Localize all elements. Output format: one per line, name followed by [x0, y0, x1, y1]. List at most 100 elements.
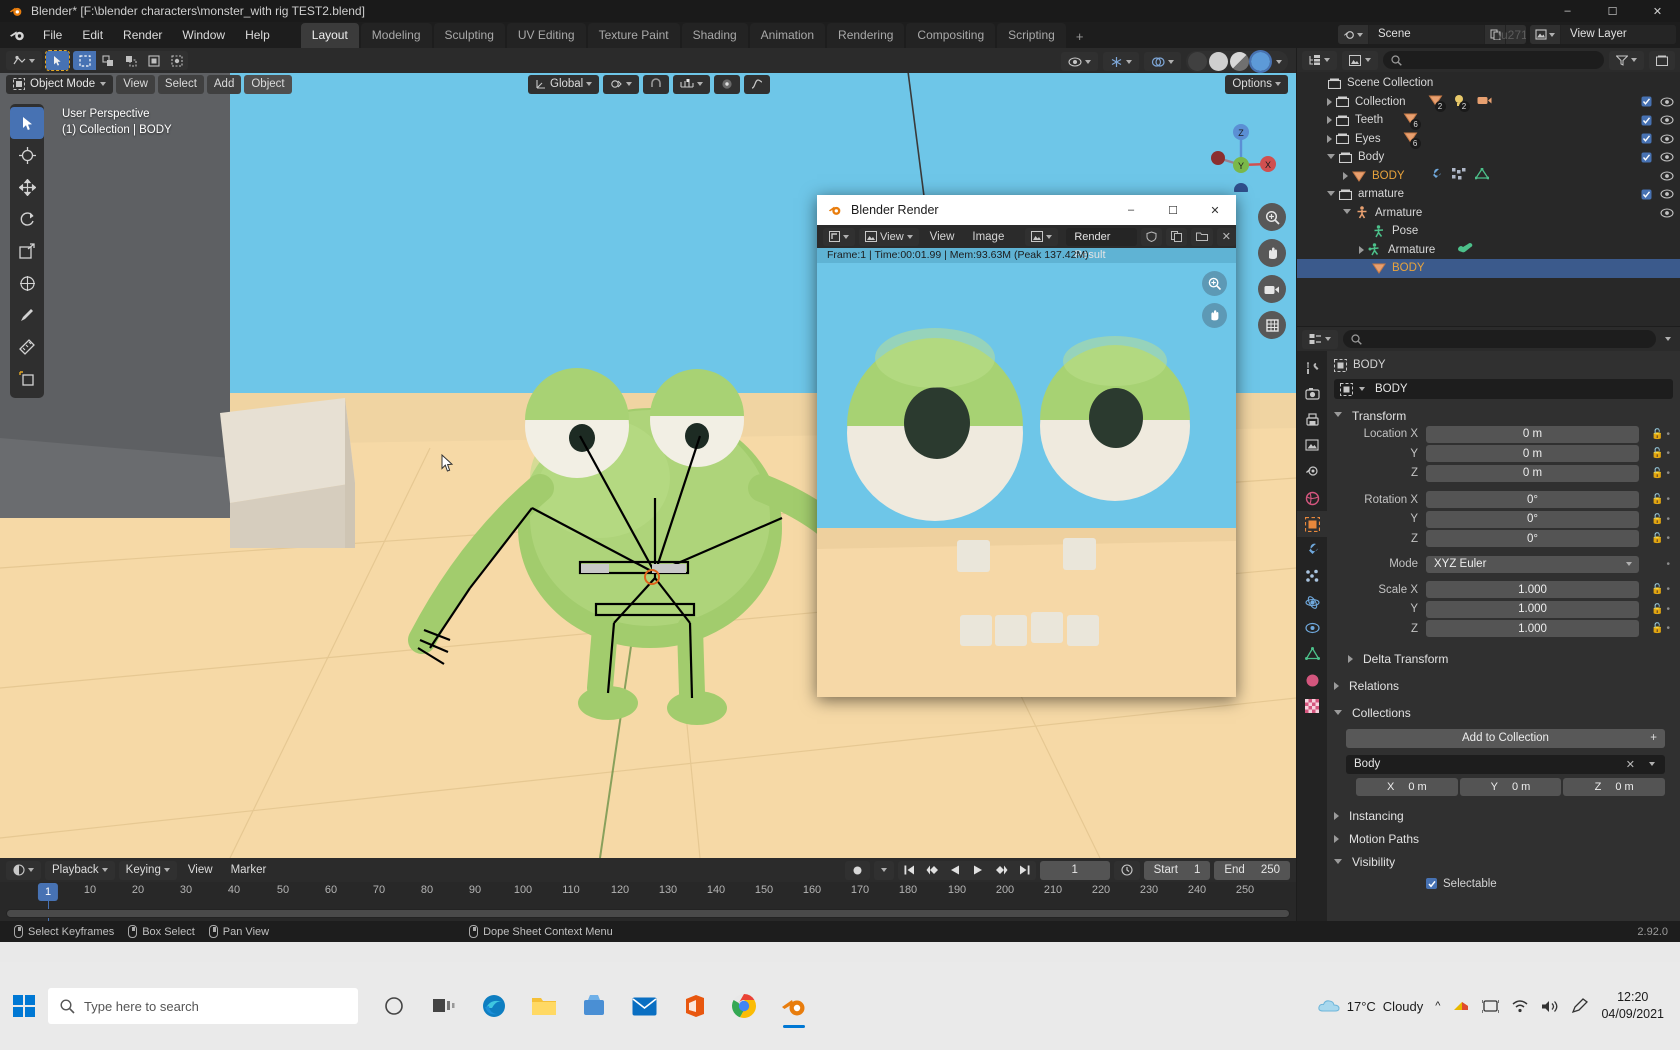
navigation-gizmo[interactable]: Z X Y	[1206, 122, 1276, 197]
tool-move[interactable]	[10, 171, 44, 203]
cortana-icon[interactable]	[372, 982, 416, 1030]
tool-annotate[interactable]	[10, 299, 44, 331]
start-button[interactable]	[0, 982, 48, 1030]
mail-icon[interactable]	[622, 982, 666, 1030]
selectable-checkbox[interactable]	[1426, 878, 1437, 889]
tab-constraints[interactable]	[1297, 615, 1327, 641]
checkbox-icon[interactable]	[1641, 115, 1652, 126]
toggle-camera-view-button[interactable]	[1258, 275, 1286, 303]
outliner-filter-button[interactable]	[1609, 50, 1644, 70]
object-name-field[interactable]: BODY	[1334, 379, 1673, 399]
tab-texture[interactable]	[1297, 693, 1327, 719]
close-button[interactable]: ✕	[1635, 0, 1680, 22]
tab-uv-editing[interactable]: UV Editing	[506, 23, 586, 48]
outliner-row-teeth[interactable]: Teeth 6	[1297, 111, 1680, 131]
wifi-icon[interactable]	[1511, 999, 1529, 1014]
render-editor-type-selector[interactable]	[823, 227, 855, 246]
select-tool-icon[interactable]	[46, 51, 69, 70]
tab-material[interactable]	[1297, 667, 1327, 693]
tool-add-cube[interactable]	[10, 363, 44, 395]
view-layer-selector[interactable]: View Layer	[1530, 25, 1676, 44]
select-intersect-icon[interactable]	[165, 51, 188, 70]
object-mode-selector[interactable]: Object Mode	[6, 74, 114, 94]
shading-solid-icon[interactable]	[1209, 52, 1228, 71]
maximize-button[interactable]: ☐	[1590, 0, 1635, 22]
value-scale-y[interactable]: 1.000	[1426, 600, 1639, 618]
pen-tray-icon[interactable]	[1571, 998, 1589, 1014]
value-rotation-mode[interactable]: XYZ Euler	[1426, 555, 1639, 573]
view-layer-name-field[interactable]: View Layer	[1561, 25, 1676, 44]
panel-delta-transform-header[interactable]: Delta Transform	[1334, 650, 1673, 669]
tab-object-data[interactable]	[1297, 641, 1327, 667]
outliner-display-mode-selector[interactable]	[1342, 50, 1378, 70]
add-to-collection-button[interactable]: Add to Collection +	[1346, 728, 1665, 748]
tab-modifiers[interactable]	[1297, 537, 1327, 563]
panel-visibility-header[interactable]: Visibility	[1334, 853, 1673, 872]
tab-compositing[interactable]: Compositing	[906, 23, 996, 48]
menu-render[interactable]: Render	[114, 25, 171, 45]
panel-instancing-header[interactable]: Instancing	[1334, 807, 1673, 826]
onedrive-icon[interactable]	[1452, 998, 1470, 1014]
menu-window[interactable]: Window	[173, 25, 234, 45]
render-image-canvas[interactable]	[817, 263, 1236, 697]
shading-dropdown-icon[interactable]	[1271, 59, 1287, 64]
tab-texture-paint[interactable]: Texture Paint	[587, 23, 680, 48]
value-rotation-z[interactable]: 0°	[1426, 530, 1639, 547]
gizmo-toggle-button[interactable]	[1103, 52, 1139, 71]
render-menu-view[interactable]: View	[923, 231, 962, 243]
outliner-row-scene-collection[interactable]: Scene Collection	[1297, 74, 1680, 93]
checkbox-icon[interactable]	[1641, 133, 1652, 144]
tab-scene[interactable]	[1297, 459, 1327, 485]
taskbar-clock[interactable]: 12:20 04/09/2021	[1601, 989, 1664, 1023]
tool-cursor[interactable]	[10, 139, 44, 171]
shading-wireframe-icon[interactable]	[1188, 52, 1207, 71]
outliner-row-armature-collection[interactable]: armature	[1297, 185, 1680, 204]
outliner-new-collection-button[interactable]	[1649, 50, 1675, 70]
properties-editor-type-selector[interactable]	[1302, 329, 1338, 349]
properties-options-dropdown[interactable]	[1661, 337, 1675, 341]
outliner-row-eyes[interactable]: Eyes 6	[1297, 130, 1680, 149]
taskbar-search-input[interactable]: Type here to search	[48, 988, 358, 1024]
tool-rotate[interactable]	[10, 203, 44, 235]
panel-collections-header[interactable]: Collections	[1334, 704, 1673, 723]
row-decorators[interactable]: 🔓 •	[1639, 604, 1673, 615]
show-hidden-icons-chevron[interactable]: ^	[1435, 1000, 1440, 1012]
jump-to-start-button[interactable]	[898, 861, 921, 880]
collection-offset-z[interactable]: Z0 m	[1563, 777, 1666, 796]
play-reverse-button[interactable]	[944, 861, 967, 880]
panel-relations-header[interactable]: Relations	[1334, 677, 1673, 696]
office-icon[interactable]	[672, 982, 716, 1030]
outliner-editor[interactable]: Scene Collection Collection 2 2 Teeth 6 …	[1297, 48, 1680, 326]
add-workspace-button[interactable]: +	[1068, 25, 1092, 48]
timeline-editor[interactable]: Playback Keying View Marker 1 Start 1 En…	[0, 858, 1296, 923]
transform-orientation-selector[interactable]: Global	[528, 74, 600, 94]
outliner-row-armature-data[interactable]: Armature	[1297, 241, 1680, 260]
row-decorators[interactable]: •	[1639, 559, 1673, 570]
tab-modeling[interactable]: Modeling	[360, 23, 432, 48]
row-decorators[interactable]: 🔓 •	[1639, 429, 1673, 440]
keying-settings-dropdown[interactable]	[873, 860, 894, 880]
value-scale-x[interactable]: 1.000	[1426, 581, 1639, 598]
properties-editor[interactable]: BODY BODY Transform Location X 0 m 🔓 • Y…	[1297, 327, 1680, 921]
outliner-row-pose[interactable]: Pose	[1297, 222, 1680, 241]
menu-help[interactable]: Help	[236, 25, 279, 45]
tab-world[interactable]	[1297, 485, 1327, 511]
select-invert-icon[interactable]	[142, 51, 165, 70]
row-decorators[interactable]: 🔓 •	[1639, 533, 1673, 544]
outliner-row-body-collection[interactable]: Body	[1297, 148, 1680, 167]
image-name-field[interactable]: Render Result	[1066, 227, 1137, 261]
tab-scripting[interactable]: Scripting	[997, 23, 1066, 48]
scrollbar-thumb[interactable]	[7, 910, 1289, 917]
tab-object[interactable]	[1297, 511, 1327, 537]
outliner-search-input[interactable]	[1383, 51, 1604, 69]
shading-material-icon[interactable]	[1230, 52, 1249, 71]
current-frame-field[interactable]: 1	[1039, 860, 1110, 880]
falloff-curve-button[interactable]	[744, 74, 771, 94]
file-explorer-icon[interactable]	[522, 982, 566, 1030]
value-location-x[interactable]: 0 m	[1426, 425, 1639, 443]
collection-offset-x[interactable]: X0 m	[1356, 777, 1458, 796]
timeline-menu-playback[interactable]: Playback	[45, 860, 115, 880]
select-mode-group[interactable]	[73, 51, 188, 70]
blender-menu-logo-icon[interactable]	[6, 26, 28, 44]
outliner-row-collection[interactable]: Collection 2 2	[1297, 93, 1680, 112]
